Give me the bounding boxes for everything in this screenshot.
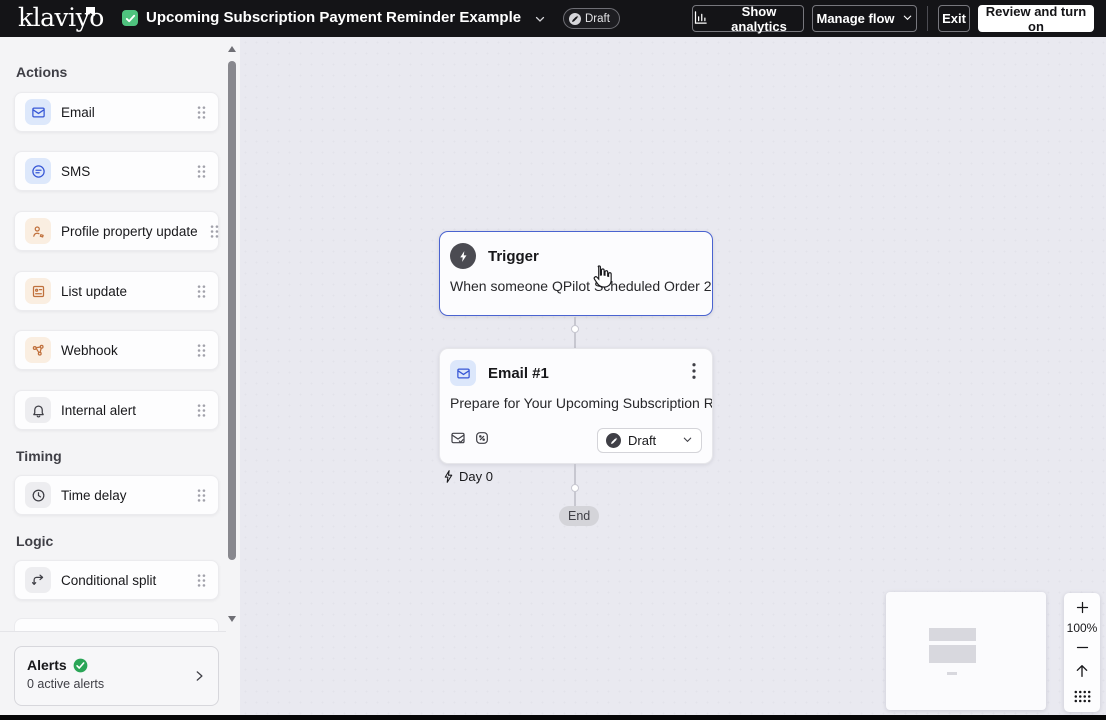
sidebar-item-sms[interactable]: SMS [14, 151, 219, 191]
sidebar-item-email[interactable]: Email [14, 92, 219, 132]
bottom-black-bar [0, 715, 1106, 720]
alerts-card[interactable]: Alerts 0 active alerts [14, 646, 219, 706]
scroll-to-top-button[interactable] [1064, 658, 1100, 684]
exit-button[interactable]: Exit [938, 5, 970, 32]
sidebar-item-time-delay[interactable]: Time delay [14, 475, 219, 515]
zoom-in-button[interactable] [1064, 597, 1100, 619]
section-actions-label: Actions [16, 64, 68, 80]
email-node-title: Email #1 [488, 364, 549, 382]
flash-icon [444, 470, 453, 483]
minimap-email-rect [929, 645, 976, 663]
trigger-title: Trigger [488, 247, 539, 265]
show-analytics-button[interactable]: Show analytics [692, 3, 804, 34]
zoom-level: 100% [1066, 620, 1098, 635]
alerts-section: Alerts 0 active alerts [0, 631, 226, 715]
email-icon [25, 99, 51, 125]
draft-status-badge: Draft [563, 8, 620, 29]
connector-node [571, 325, 579, 333]
manage-flow-button[interactable]: Manage flow [812, 5, 917, 32]
sidebar-item-label: SMS [61, 163, 91, 179]
minimap-end-rect [947, 672, 957, 675]
sidebar-item-internal-alert[interactable]: Internal alert [14, 390, 219, 430]
section-timing-label: Timing [16, 448, 62, 464]
sidebar-item-profile-property-update[interactable]: Profile property update [14, 211, 219, 251]
action-palette-sidebar: Actions Email SMS Profile property updat… [0, 37, 240, 715]
sidebar-item-conditional-split[interactable]: Conditional split [14, 560, 219, 600]
section-logic-label: Logic [16, 533, 54, 549]
sidebar-item-label: Time delay [61, 487, 127, 503]
sidebar-item-label: Profile property update [61, 223, 198, 239]
drag-handle-icon[interactable] [208, 223, 221, 240]
sidebar-item-list-update[interactable]: List update [14, 271, 219, 311]
show-analytics-label: Show analytics [731, 3, 787, 34]
minimap[interactable] [886, 592, 1046, 710]
clock-icon [25, 482, 51, 508]
sidebar-item-label: Internal alert [61, 402, 137, 418]
sidebar-item-label: Conditional split [61, 572, 157, 588]
profile-update-icon [25, 218, 51, 244]
drag-handle-icon[interactable] [195, 402, 208, 419]
minimap-trigger-rect [929, 628, 976, 641]
kebab-menu-icon[interactable] [686, 361, 702, 386]
email-status-dropdown[interactable]: Draft [597, 428, 702, 453]
bell-icon [25, 397, 51, 423]
manage-flow-label: Manage flow [816, 11, 895, 26]
scroll-up-arrow-icon[interactable] [228, 46, 236, 52]
sidebar-item-label: Email [61, 104, 95, 120]
review-label: Review and turn on [985, 3, 1087, 34]
webhook-icon [25, 337, 51, 363]
sidebar-scrollbar[interactable] [226, 37, 238, 631]
klaviyo-flow-editor: klaviyo Upcoming Subscription Payment Re… [0, 0, 1106, 720]
canvas-controls: 100% [1064, 593, 1100, 712]
email-timing-text: Day 0 [459, 469, 493, 484]
email-icon [450, 360, 476, 386]
flow-status-check-icon [122, 10, 138, 26]
drag-handle-icon[interactable] [195, 104, 208, 121]
pencil-icon [569, 12, 581, 25]
trigger-node-card[interactable]: Trigger When someone QPilot Scheduled Or… [439, 231, 713, 316]
drag-handle-icon[interactable] [195, 283, 208, 300]
sidebar-item-label: Webhook [61, 342, 118, 358]
sidebar-item-partial [14, 618, 219, 631]
email-node-card[interactable]: Email #1 Prepare for Your Upcoming Subsc… [439, 348, 713, 464]
email-channel-icon [450, 430, 466, 451]
scrollbar-thumb[interactable] [228, 61, 236, 560]
drag-handle-icon[interactable] [195, 163, 208, 180]
alerts-ok-icon [73, 658, 88, 672]
email-subject: Prepare for Your Upcoming Subscription R… [450, 395, 712, 411]
alerts-subtitle: 0 active alerts [27, 677, 105, 691]
drag-handle-icon[interactable] [195, 487, 208, 504]
end-node: End [559, 506, 600, 526]
email-status-label: Draft [628, 433, 657, 448]
chevron-down-icon [682, 433, 693, 448]
review-and-turn-on-button[interactable]: Review and turn on [978, 3, 1094, 34]
trigger-description: When someone QPilot Scheduled Order 2 ..… [450, 278, 712, 294]
flow-title-chevron-icon[interactable] [534, 12, 546, 30]
header-divider [927, 6, 928, 31]
sidebar-item-webhook[interactable]: Webhook [14, 330, 219, 370]
pencil-icon [606, 433, 621, 448]
chevron-down-icon [902, 11, 913, 26]
drag-handle-icon[interactable] [195, 342, 208, 359]
utm-tag-icon [474, 430, 490, 451]
bar-chart-icon [693, 10, 708, 28]
chevron-right-icon [192, 667, 206, 690]
scroll-down-arrow-icon[interactable] [228, 616, 236, 622]
exit-label: Exit [942, 11, 966, 26]
draft-badge-label: Draft [585, 12, 610, 25]
sidebar-item-label: List update [61, 283, 128, 299]
grid-view-button[interactable] [1064, 684, 1100, 708]
connector-node [571, 484, 579, 492]
zoom-out-button[interactable] [1064, 637, 1100, 659]
list-update-icon [25, 278, 51, 304]
split-icon [25, 567, 51, 593]
email-timing-label: Day 0 [443, 469, 493, 484]
drag-handle-icon[interactable] [195, 572, 208, 589]
alerts-title: Alerts [27, 657, 67, 673]
sms-icon [25, 158, 51, 184]
top-bar: klaviyo Upcoming Subscription Payment Re… [0, 0, 1106, 37]
flow-canvas[interactable]: Trigger When someone QPilot Scheduled Or… [240, 37, 1106, 715]
flow-title: Upcoming Subscription Payment Reminder E… [146, 9, 522, 26]
lightning-icon [450, 243, 476, 269]
